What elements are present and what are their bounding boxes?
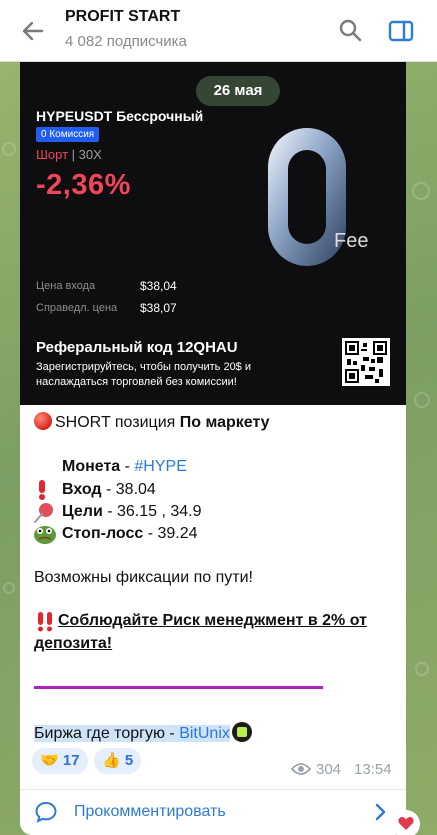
position-line: SHORT позиция По маркету xyxy=(34,412,270,432)
heart-icon xyxy=(398,817,414,830)
coin-hashtag-link[interactable]: #HYPE xyxy=(134,458,186,475)
background-doodle xyxy=(414,392,430,408)
background-doodle xyxy=(415,662,429,676)
trade-banner-image[interactable]: 26 мая HYPEUSDT Бессрочный 0 Комиссия Шо… xyxy=(20,62,406,405)
qr-code-icon xyxy=(342,338,390,386)
floating-heart-button[interactable] xyxy=(392,810,420,835)
pepe-frog-icon xyxy=(34,526,56,544)
comment-button[interactable]: Прокомментировать xyxy=(20,789,406,835)
comment-bubble-icon xyxy=(35,801,57,823)
chat-header: PROFIT START 4 082 подписчика xyxy=(0,0,437,62)
market-label: По маркету xyxy=(179,414,270,431)
side-panel-icon[interactable] xyxy=(386,16,416,46)
channel-post: 26 мая HYPEUSDT Бессрочный 0 Комиссия Шо… xyxy=(20,62,406,835)
entry-price-label: Цена входа xyxy=(36,280,96,292)
red-circle-icon xyxy=(34,412,52,430)
purple-divider xyxy=(34,686,323,689)
risk-warning-line1: Соблюдайте Риск менеджмент в 2% от xyxy=(58,612,367,629)
background-doodle xyxy=(412,182,430,200)
commission-badge: 0 Комиссия xyxy=(36,127,100,142)
background-doodle xyxy=(3,582,15,594)
stop-loss-line: Стоп-лосс - 39.24 xyxy=(62,525,198,542)
reaction-handshake[interactable]: 🤝 17 xyxy=(32,748,88,774)
bitunix-logo-icon xyxy=(231,722,252,742)
view-count: 304 xyxy=(316,761,342,778)
exclamation-icon xyxy=(39,480,45,500)
handshake-icon: 🤝 xyxy=(40,752,59,769)
back-arrow-icon[interactable] xyxy=(18,16,48,46)
position-side: Шорт | 30X xyxy=(36,147,102,162)
entry-price-value: $38,04 xyxy=(140,279,177,293)
message-time: 13:54 xyxy=(354,761,392,778)
thumbs-up-icon: 👍 xyxy=(102,752,121,769)
targets-line: Цели - 36.15 , 34.9 xyxy=(62,503,202,520)
subscriber-count: 4 082 подписчика xyxy=(65,33,187,50)
channel-title[interactable]: PROFIT START xyxy=(65,8,180,26)
bitunix-link[interactable]: BitUnix xyxy=(179,725,230,742)
fair-price-value: $38,07 xyxy=(140,301,177,315)
entry-line: Вход - 38.04 xyxy=(62,481,156,498)
fair-price-label: Справедл. цена xyxy=(36,302,118,314)
reaction-count: 17 xyxy=(62,752,80,769)
pnl-percent: -2,36% xyxy=(36,169,131,201)
fee-label: Fee xyxy=(334,230,369,252)
double-exclamation-icon xyxy=(38,612,52,632)
exchange-line: Биржа где торгую - BitUnix xyxy=(34,722,252,743)
pushpin-icon xyxy=(34,503,53,523)
date-pill: 26 мая xyxy=(196,76,280,106)
leverage-label: 30X xyxy=(78,147,102,162)
risk-warning-line2: депозита! xyxy=(34,635,113,652)
comment-label: Прокомментировать xyxy=(74,803,226,820)
reaction-thumbs-up[interactable]: 👍 5 xyxy=(94,748,142,774)
coin-line: Монета - #HYPE xyxy=(62,458,187,475)
reaction-count: 5 xyxy=(124,752,134,769)
search-icon[interactable] xyxy=(336,16,366,46)
side-label: Шорт xyxy=(36,147,69,162)
trading-pair: HYPEUSDT Бессрочный xyxy=(36,108,204,124)
chevron-right-icon xyxy=(375,803,386,821)
eye-icon xyxy=(291,763,311,775)
referral-title: Реферальный код 12QHAU xyxy=(36,339,238,356)
referral-text: Зарегистрируйтесь, чтобы получить 20$ и … xyxy=(36,361,251,388)
fixations-note: Возможны фиксации по пути! xyxy=(34,569,253,586)
background-doodle xyxy=(2,142,16,156)
